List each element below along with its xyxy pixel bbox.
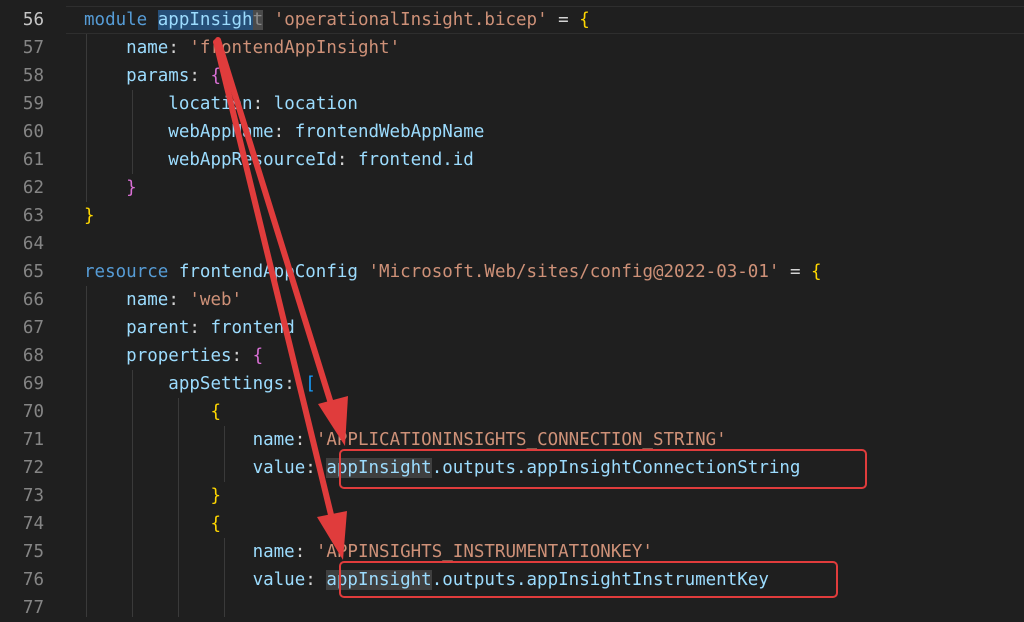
- arrowhead-icon: [317, 511, 347, 560]
- arrow-to-instrument-key: [213, 39, 336, 526]
- arrow-to-connection-string: [215, 37, 336, 413]
- code-editor[interactable]: 56 57 58 59 60 61 62 63 64 65 66 67 68 6…: [0, 0, 1024, 618]
- arrowhead-icon: [318, 396, 348, 446]
- annotation-arrows: [213, 37, 348, 560]
